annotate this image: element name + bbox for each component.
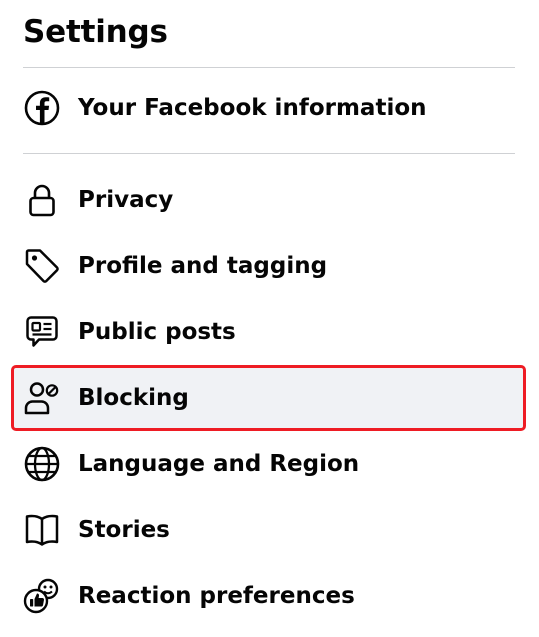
menu-item-label: Your Facebook information [78,95,427,121]
book-icon [22,510,62,550]
globe-icon [22,444,62,484]
lock-icon [22,180,62,220]
menu-item-language-and-region[interactable]: Language and Region [12,432,525,496]
menu-item-blocking[interactable]: Blocking [11,365,526,431]
menu-item-label: Public posts [78,319,236,345]
public-posts-icon [22,312,62,352]
menu-item-your-facebook-information[interactable]: Your Facebook information [12,76,525,140]
menu-item-label: Blocking [78,385,189,411]
divider [23,153,515,154]
facebook-icon [22,88,62,128]
menu-item-label: Language and Region [78,451,360,477]
page-title: Settings [23,14,168,50]
divider [23,67,515,68]
menu-item-public-posts[interactable]: Public posts [12,300,525,364]
menu-item-privacy[interactable]: Privacy [12,168,525,232]
tag-icon [22,246,62,286]
menu-item-label: Stories [78,517,170,543]
blocking-icon [22,378,62,418]
menu-item-profile-and-tagging[interactable]: Profile and tagging [12,234,525,298]
menu-item-reaction-preferences[interactable]: Reaction preferences [12,564,525,628]
reaction-icon [22,576,62,616]
menu-item-stories[interactable]: Stories [12,498,525,562]
menu-item-label: Profile and tagging [78,253,328,279]
menu-item-label: Reaction preferences [78,583,355,609]
menu-item-label: Privacy [78,187,174,213]
